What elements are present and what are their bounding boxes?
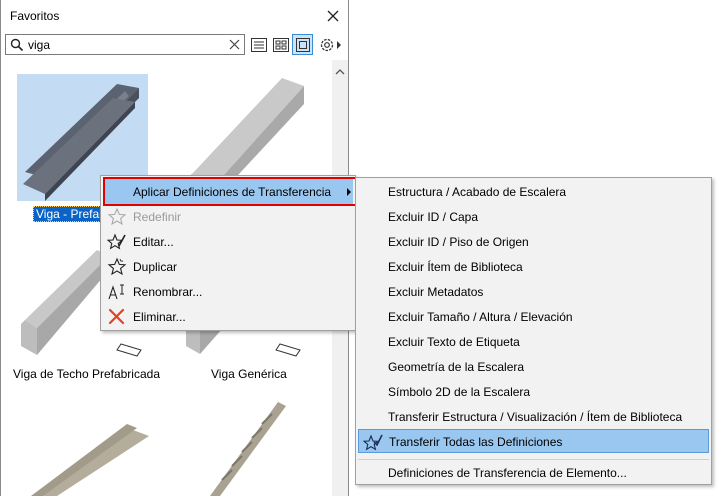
transfer-star-icon [362, 432, 383, 455]
menu-item-rename[interactable]: Renombrar... [103, 279, 353, 304]
palette-titlebar: Favoritos [1, 0, 348, 32]
menu-separator [358, 459, 709, 460]
list-view-icon [250, 37, 267, 52]
small-icons-view-button[interactable] [270, 34, 291, 55]
submenu-arrow-icon [347, 188, 351, 196]
submenu-item-label: Excluir Tamaño / Altura / Elevación [388, 310, 573, 324]
star-icon [107, 207, 127, 227]
submenu-item[interactable]: Excluir ID / Piso de Origen [358, 230, 709, 254]
menu-item-label: Editar... [133, 235, 174, 249]
submenu-item-label: Transferir Estructura / Visualización / … [388, 410, 683, 424]
close-icon[interactable] [323, 6, 343, 26]
submenu-item-label: Símbolo 2D de la Escalera [388, 385, 531, 399]
scroll-up-icon[interactable] [335, 64, 345, 78]
list-view-button[interactable] [248, 34, 269, 55]
settings-button[interactable] [317, 34, 345, 55]
menu-item-label: Redefinir [133, 210, 182, 224]
submenu-item-label: Excluir Ítem de Biblioteca [388, 260, 523, 274]
item-label: Viga - Prefab [33, 206, 109, 222]
submenu-item[interactable]: Excluir Ítem de Biblioteca [358, 255, 709, 279]
duplicate-star-icon [107, 257, 127, 277]
menu-item-label: Eliminar... [133, 310, 186, 324]
palette-title: Favoritos [10, 9, 60, 23]
item-label: Viga de Techo Prefabricada [13, 367, 160, 381]
menu-item-label: Aplicar Definiciones de Transferencia [133, 185, 332, 199]
menu-item-apply-transfer-definitions[interactable]: Aplicar Definiciones de Transferencia [103, 179, 353, 204]
submenu-item[interactable]: Definiciones de Transferencia de Element… [358, 461, 709, 485]
submenu-item-label: Estructura / Acabado de Escalera [388, 185, 567, 199]
menu-item-redefine[interactable]: Redefinir [103, 204, 353, 229]
search-input[interactable] [28, 36, 223, 53]
submenu-item[interactable]: Geometría de la Escalera [358, 355, 709, 379]
submenu-item-label: Excluir ID / Capa [388, 210, 479, 224]
menu-item-delete[interactable]: Eliminar... [103, 304, 353, 329]
delete-x-icon [107, 307, 127, 327]
submenu-item[interactable]: Excluir Texto de Etiqueta [358, 330, 709, 354]
menu-item-edit[interactable]: Editar... [103, 229, 353, 254]
menu-item-label: Renombrar... [133, 285, 203, 299]
submenu-item-label: Definiciones de Transferencia de Element… [388, 466, 627, 480]
edit-star-icon [106, 232, 127, 252]
submenu-item-label: Transferir Todas las Definiciones [389, 435, 563, 449]
transfer-definitions-submenu: Estructura / Acabado de Escalera Excluir… [355, 177, 712, 485]
item-thumbnail [17, 400, 157, 496]
submenu-item-label: Excluir Texto de Etiqueta [388, 335, 520, 349]
search-icon [10, 38, 24, 55]
item-label: Viga Genérica [211, 367, 287, 381]
gear-icon [320, 38, 341, 51]
clear-search-icon[interactable] [228, 38, 241, 54]
grid-view-icon [272, 37, 289, 52]
submenu-item[interactable]: Transferir Estructura / Visualización / … [358, 405, 709, 429]
context-menu: Aplicar Definiciones de Transferencia Re… [100, 175, 356, 331]
item-thumbnail [202, 400, 302, 496]
submenu-item-label: Geometría de la Escalera [388, 360, 525, 374]
large-icon-view-icon [295, 37, 310, 52]
submenu-item[interactable]: Símbolo 2D de la Escalera [358, 380, 709, 404]
menu-item-label: Duplicar [133, 260, 178, 274]
submenu-item[interactable]: Excluir ID / Capa [358, 205, 709, 229]
large-icons-view-button[interactable] [292, 34, 313, 55]
submenu-item-label: Excluir Metadatos [388, 285, 484, 299]
submenu-item-transfer-all[interactable]: Transferir Todas las Definiciones [358, 429, 709, 453]
rename-icon [107, 282, 127, 302]
submenu-item[interactable]: Excluir Tamaño / Altura / Elevación [358, 305, 709, 329]
submenu-item[interactable]: Estructura / Acabado de Escalera [358, 180, 709, 204]
menu-item-duplicate[interactable]: Duplicar [103, 254, 353, 279]
submenu-item-label: Excluir ID / Piso de Origen [388, 235, 529, 249]
submenu-item[interactable]: Excluir Metadatos [358, 280, 709, 304]
search-box [5, 34, 245, 55]
